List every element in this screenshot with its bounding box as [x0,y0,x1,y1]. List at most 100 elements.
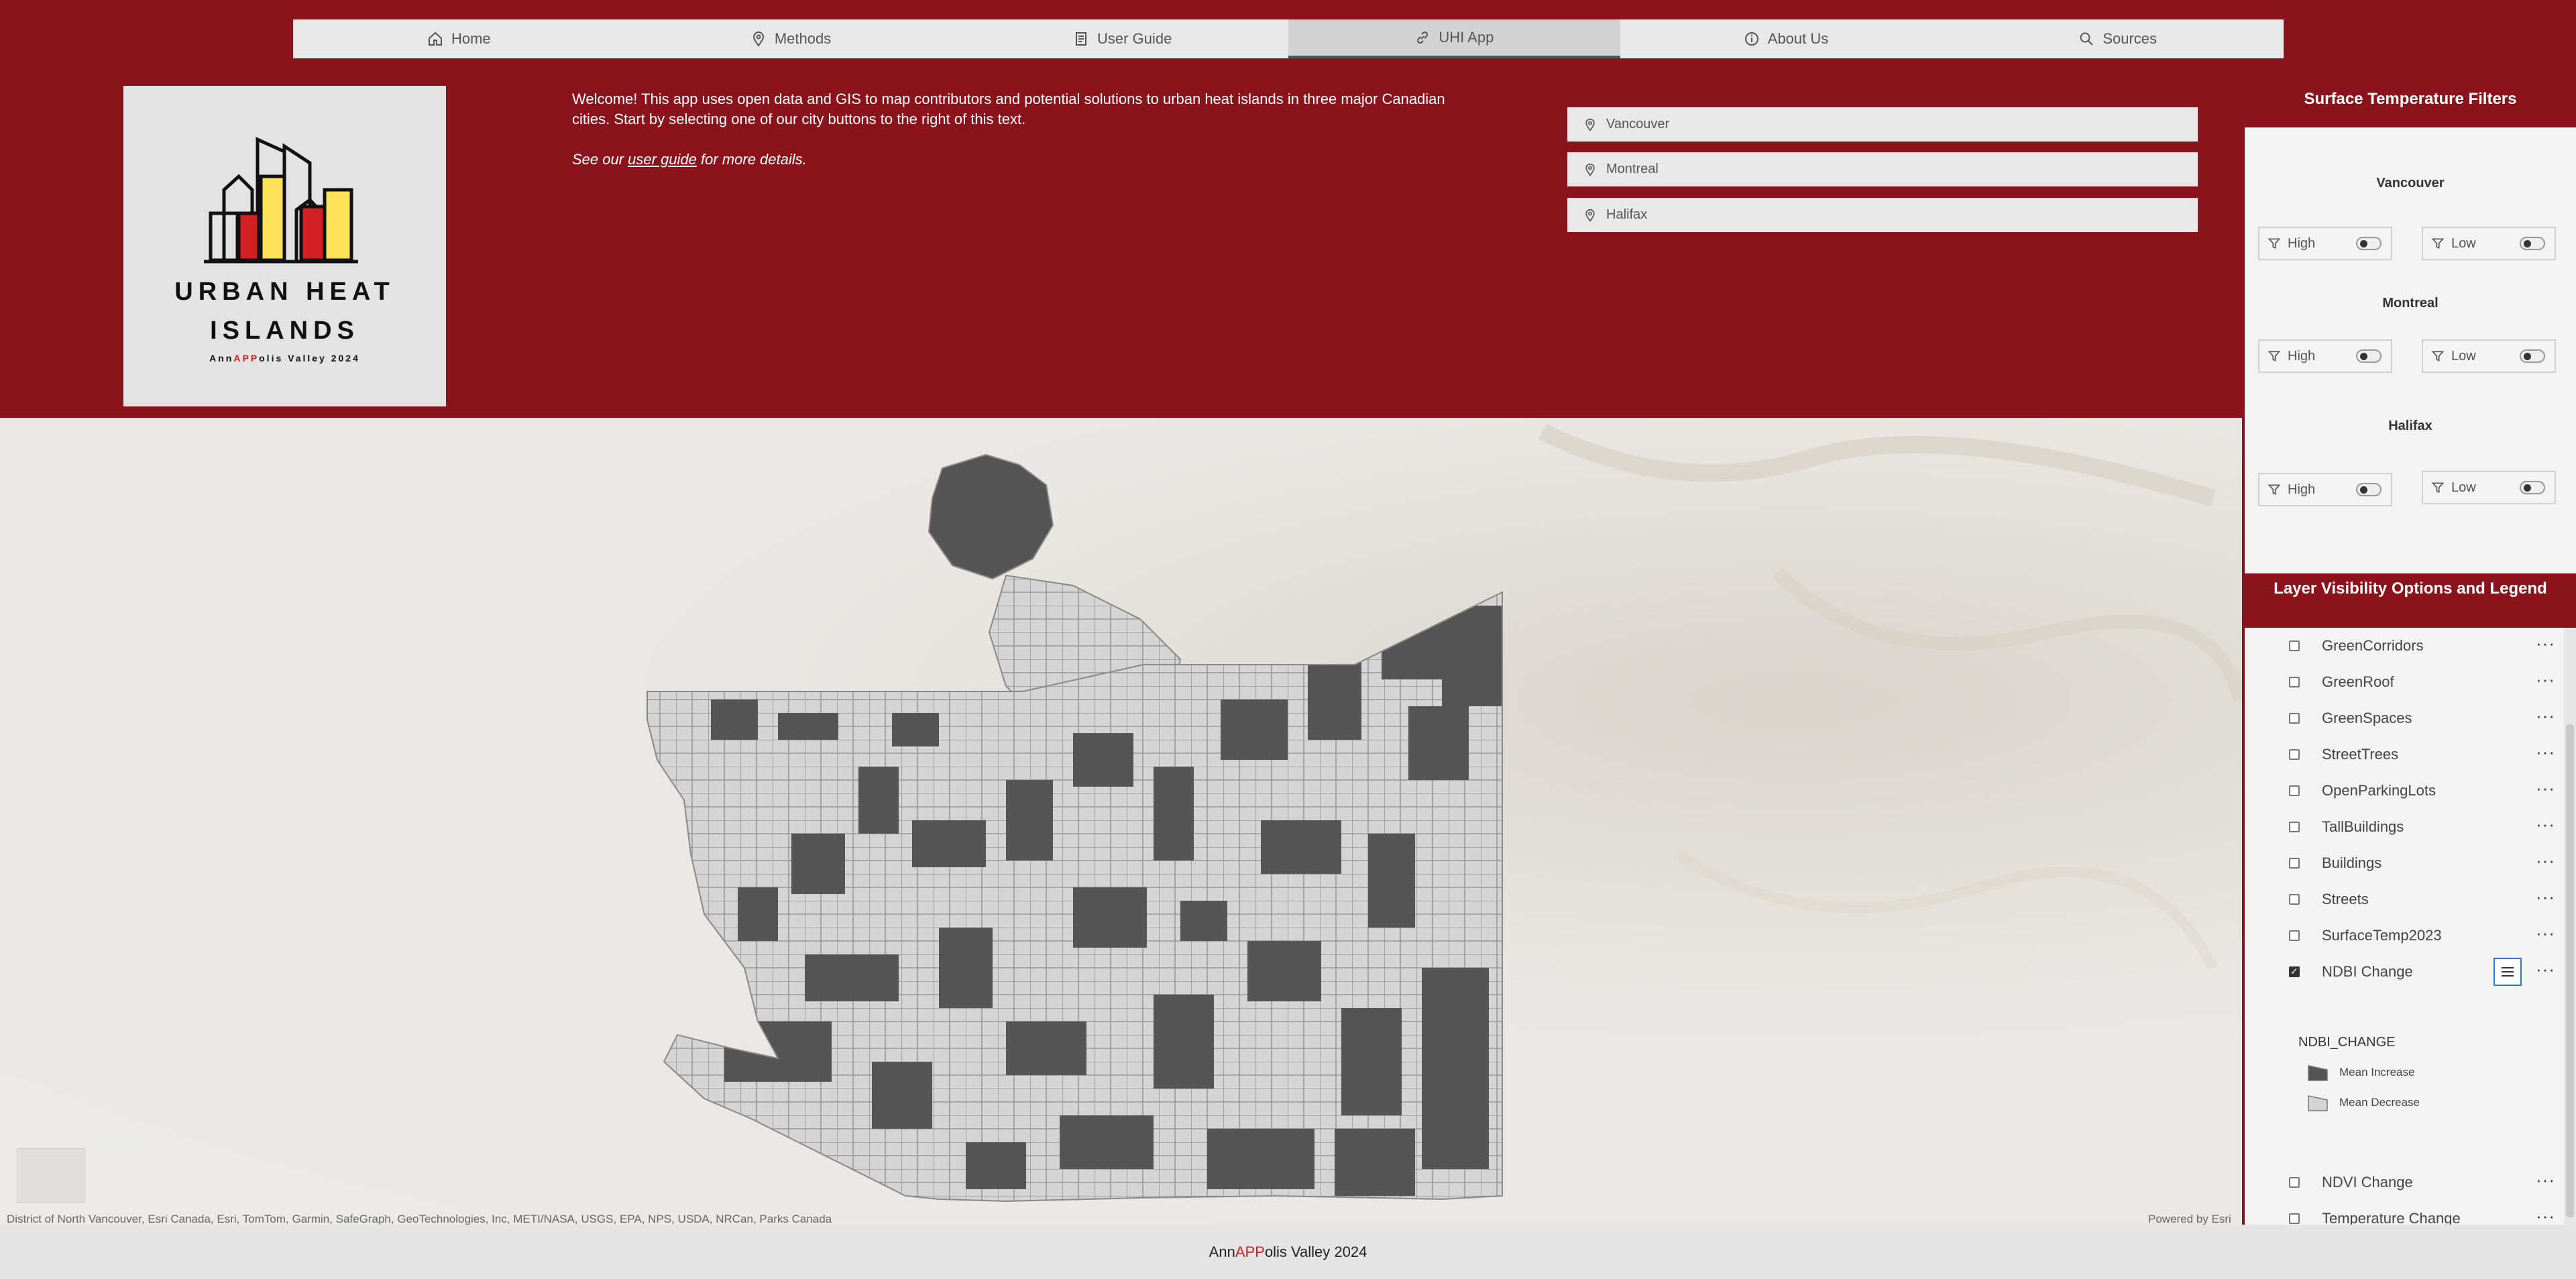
montreal-low-filter[interactable]: Low [2422,339,2556,373]
header-band-right [2243,0,2576,78]
layer-checkbox[interactable] [2289,930,2300,941]
layer-checkbox[interactable] [2289,641,2300,651]
layer-row[interactable]: GreenCorridors ··· [2245,628,2564,664]
legend-label-decrease: Mean Decrease [2339,1096,2420,1109]
logo: URBAN HEAT ISLANDS AnnAPPolis Valley 202… [123,86,446,406]
tab-user-guide[interactable]: User Guide [956,19,1288,58]
map-attribution: District of North Vancouver, Esri Canada… [7,1213,832,1225]
more-options-icon[interactable]: ··· [2536,1170,2555,1190]
vancouver-low-toggle[interactable] [2520,237,2545,250]
layer-row[interactable]: TallBuildings ··· [2245,809,2564,845]
legend-swatch-decrease [2308,1095,2328,1111]
layer-checkbox[interactable] [2289,822,2300,832]
logo-sub-a: Ann [209,353,234,364]
layer-row[interactable]: Temperature Change ··· [2245,1201,2564,1225]
filter-city-halifax: Halifax [2388,419,2432,433]
montreal-high-toggle[interactable] [2356,349,2382,363]
legend-label-increase: Mean Increase [2339,1066,2415,1078]
montreal-button[interactable]: Montreal [1567,152,2198,186]
scrollbar-thumb[interactable] [2566,724,2574,1217]
vancouver-high-toggle[interactable] [2356,237,2382,250]
more-options-icon[interactable]: ··· [2536,669,2555,690]
legend-swatch-increase [2308,1065,2328,1081]
tab-uhi-app-label: UHI App [1439,29,1494,46]
logo-title-line1: URBAN HEAT [174,278,395,306]
layer-checkbox[interactable] [2289,713,2300,724]
more-options-icon[interactable]: ··· [2536,633,2555,654]
montreal-high-filter[interactable]: High [2258,339,2392,373]
tab-methods[interactable]: Methods [625,19,957,58]
layer-checkbox[interactable] [2289,1213,2300,1224]
layer-row[interactable]: NDVI Change ··· [2245,1164,2564,1201]
legend-field-title: NDBI_CHANGE [2298,1035,2396,1050]
filter-icon [2267,238,2281,249]
layer-list[interactable]: GreenCorridors ··· GreenRoof ··· GreenSpac… [2245,628,2564,1225]
layer-checkbox[interactable] [2289,785,2300,796]
halifax-low-filter[interactable]: Low [2422,471,2556,504]
layer-row-ndbi[interactable]: NDBI Change ··· [2245,954,2564,990]
montreal-low-toggle[interactable] [2520,349,2545,363]
filters-header: Surface Temperature Filters [2245,74,2576,127]
footer-a: Ann [1209,1243,1235,1260]
filter-icon [2431,482,2445,494]
footer-c: olis Valley 2024 [1264,1243,1367,1260]
layer-row[interactable]: Buildings ··· [2245,845,2564,881]
layer-row[interactable]: OpenParkingLots ··· [2245,773,2564,809]
pin-icon [1585,209,1595,222]
tab-sources[interactable]: Sources [1952,19,2284,58]
more-options-icon[interactable]: ··· [2536,706,2555,726]
tab-home-label: Home [451,30,491,47]
tab-sources-label: Sources [2103,30,2158,47]
more-options-icon[interactable]: ··· [2536,959,2555,980]
see-guide-paragraph: See our user guide for more details. [572,150,1464,170]
more-options-icon[interactable]: ··· [2536,814,2555,835]
filter-icon [2267,484,2281,496]
vancouver-high-filter[interactable]: High [2258,227,2392,260]
layer-checkbox[interactable] [2289,677,2300,687]
layer-name: Buildings [2322,854,2382,871]
tab-uhi-app[interactable]: UHI App [1288,19,1620,58]
vancouver-low-filter[interactable]: Low [2422,227,2556,260]
halifax-high-filter[interactable]: High [2258,473,2392,506]
powered-by-esri[interactable]: Powered by Esri [2148,1213,2231,1226]
footer-b: APP [1235,1243,1265,1260]
layer-checkbox[interactable] [2289,858,2300,869]
layer-row[interactable]: GreenRoof ··· [2245,664,2564,700]
tab-home[interactable]: Home [293,19,625,58]
layer-row[interactable]: SurfaceTemp2023 ··· [2245,917,2564,954]
halifax-high-toggle[interactable] [2356,483,2382,496]
halifax-low-toggle[interactable] [2520,481,2545,494]
more-options-icon[interactable]: ··· [2536,778,2555,799]
vancouver-ndbi-map[interactable] [0,418,2243,1225]
layer-row[interactable]: Streets ··· [2245,881,2564,917]
more-options-icon[interactable]: ··· [2536,887,2555,907]
search-icon [2080,32,2094,46]
tab-about-us[interactable]: About Us [1620,19,1952,58]
more-options-icon[interactable]: ··· [2536,923,2555,944]
montreal-button-label: Montreal [1606,162,1659,176]
layers-header: Layer Visibility Options and Legend [2245,573,2576,628]
legend-toggle-button[interactable] [2494,958,2522,986]
logo-sub-c: olis Valley 2024 [259,353,360,364]
layer-checkbox[interactable] [2289,1177,2300,1188]
vancouver-button[interactable]: Vancouver [1567,107,2198,142]
halifax-button[interactable]: Halifax [1567,198,2198,232]
layer-checkbox[interactable] [2289,749,2300,760]
layer-checkbox[interactable] [2289,894,2300,905]
user-guide-link[interactable]: user guide [628,151,697,168]
more-options-icon[interactable]: ··· [2536,742,2555,763]
map-view[interactable] [0,418,2243,1225]
more-options-icon[interactable]: ··· [2536,850,2555,871]
see-prefix: See our [572,151,628,168]
halifax-low-label: Low [2451,480,2476,495]
montreal-high-label: High [2288,348,2316,364]
document-icon [1076,32,1087,46]
overview-map-thumbnail[interactable] [17,1148,85,1203]
more-options-icon[interactable]: ··· [2536,1206,2555,1225]
halifax-high-label: High [2288,482,2316,497]
layer-row[interactable]: StreetTrees ··· [2245,736,2564,773]
layer-row[interactable]: GreenSpaces ··· [2245,700,2564,736]
legend-item-increase: Mean Increase [2307,1063,2414,1082]
vancouver-low-label: Low [2451,235,2476,251]
layer-checkbox-checked[interactable] [2289,966,2300,977]
